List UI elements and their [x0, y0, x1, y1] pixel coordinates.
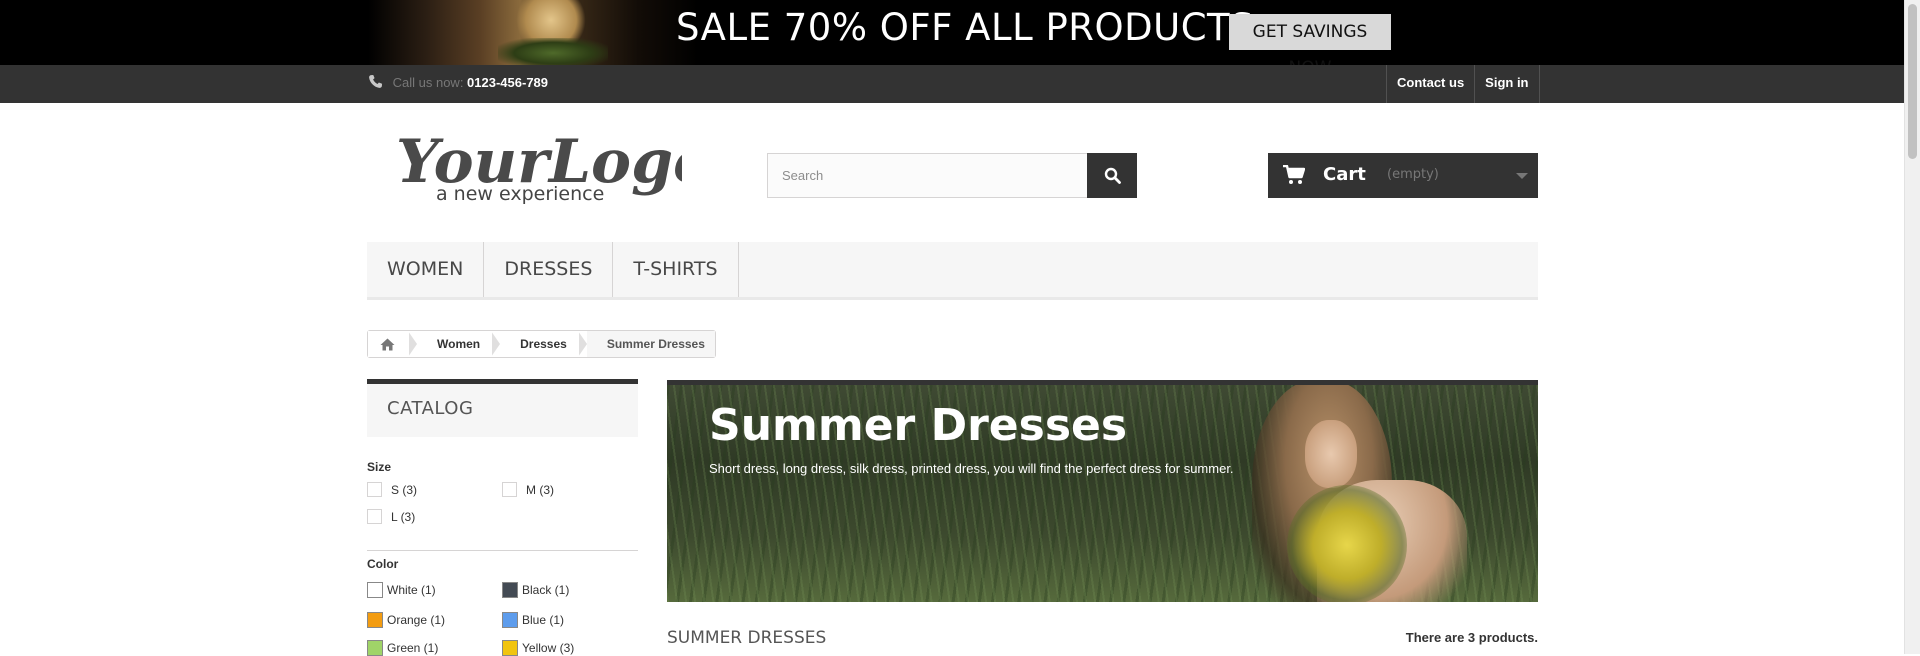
breadcrumb: Women Dresses Summer Dresses [367, 330, 716, 358]
breadcrumb-current: Summer Dresses [586, 331, 715, 357]
logo[interactable]: YourLogo a new experience [392, 122, 682, 212]
call-us-label: Call us now: [392, 75, 468, 90]
size-filter-title: Size [367, 460, 392, 474]
breadcrumb-separator [491, 331, 501, 357]
breadcrumb-women[interactable]: Women [417, 331, 493, 357]
color-label: Blue (1) [522, 613, 565, 627]
phone-icon [369, 74, 383, 88]
product-count: There are 3 products. [1405, 630, 1538, 645]
category-description: Short dress, long dress, silk dress, pri… [709, 461, 1234, 476]
color-label: White (1) [387, 583, 436, 597]
size-label: L (3) [391, 509, 416, 524]
main-menu: WOMEN DRESSES T-SHIRTS [367, 242, 1538, 300]
size-label: S (3) [391, 482, 418, 497]
cart-status: (empty) [1387, 167, 1439, 182]
search-input[interactable] [768, 154, 1088, 197]
breadcrumb-separator [577, 331, 587, 357]
checkbox[interactable] [502, 482, 517, 497]
cart-label: Cart [1323, 164, 1366, 185]
search-icon [1104, 167, 1121, 184]
color-label: Green (1) [387, 641, 439, 655]
chevron-down-icon [1516, 173, 1528, 179]
color-swatch[interactable] [502, 612, 518, 628]
color-option-orange[interactable]: Orange (1) [367, 612, 445, 628]
color-swatch[interactable] [367, 612, 383, 628]
menu-item-women[interactable]: WOMEN [367, 242, 485, 297]
cart-icon [1283, 165, 1305, 184]
home-icon [380, 338, 395, 350]
page-scrollbar[interactable] [1904, 0, 1920, 654]
color-swatch[interactable] [502, 582, 518, 598]
search-box [767, 153, 1137, 198]
promo-headline: SALE 70% OFF ALL PRODUCTS [676, 6, 1255, 49]
promo-model-image [368, 0, 698, 65]
category-banner: Summer Dresses Short dress, long dress, … [667, 380, 1538, 602]
sign-in-link[interactable]: Sign in [1475, 65, 1540, 103]
filter-divider [367, 550, 638, 551]
phone-number: 0123-456-789 [467, 75, 549, 90]
banner-flowers-image [1287, 485, 1407, 602]
category-heading: SUMMER DRESSES [667, 628, 827, 648]
size-option-l[interactable]: L (3) [367, 509, 415, 524]
catalog-block: CATALOG [367, 379, 638, 437]
color-label: Yellow (3) [522, 641, 575, 655]
get-savings-button[interactable]: GET SAVINGS NOW [1229, 14, 1391, 65]
scrollbar-thumb[interactable] [1908, 4, 1917, 159]
color-option-blue[interactable]: Blue (1) [502, 612, 564, 628]
search-button[interactable] [1087, 153, 1137, 198]
color-label: Orange (1) [387, 613, 446, 627]
top-bar: Call us now: 0123-456-789 Contact us Sig… [0, 65, 1904, 103]
call-us-text: Call us now: 0123-456-789 [368, 74, 548, 90]
promo-banner[interactable]: SALE 70% OFF ALL PRODUCTS GET SAVINGS NO… [0, 0, 1904, 65]
top-links: Contact us Sign in [1386, 65, 1540, 103]
color-swatch[interactable] [367, 582, 383, 598]
color-label: Black (1) [522, 583, 570, 597]
checkbox[interactable] [367, 509, 382, 524]
logo-tagline: a new experience [436, 183, 604, 205]
cart-button[interactable]: Cart (empty) [1268, 153, 1538, 198]
catalog-title: CATALOG [387, 398, 474, 419]
contact-us-link[interactable]: Contact us [1387, 65, 1476, 103]
size-label: M (3) [526, 482, 554, 497]
color-option-white[interactable]: White (1) [367, 582, 436, 598]
checkbox[interactable] [367, 482, 382, 497]
breadcrumb-separator [408, 331, 417, 357]
breadcrumb-home[interactable] [368, 331, 409, 357]
menu-item-tshirts[interactable]: T-SHIRTS [613, 242, 739, 297]
color-option-black[interactable]: Black (1) [502, 582, 569, 598]
size-option-s[interactable]: S (3) [367, 482, 417, 497]
breadcrumb-dresses[interactable]: Dresses [500, 331, 579, 357]
menu-item-dresses[interactable]: DRESSES [484, 242, 614, 297]
size-option-m[interactable]: M (3) [502, 482, 554, 497]
color-filter-title: Color [367, 557, 399, 571]
category-title: Summer Dresses [709, 400, 1128, 451]
